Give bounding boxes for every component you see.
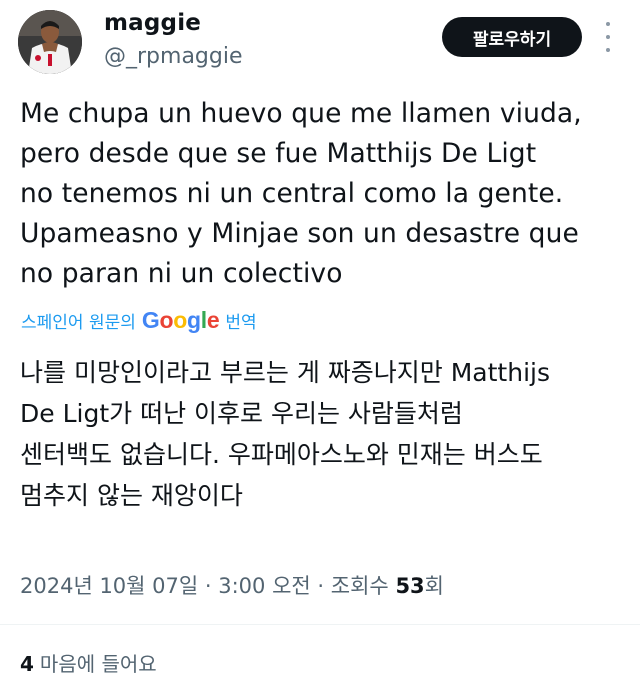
views-label: 조회수	[330, 574, 389, 598]
translated-text-line: 센터백도 없습니다. 우파메아스노와 민재는 버스도	[20, 440, 543, 469]
separator-dot: ·	[317, 574, 331, 598]
tweet-text: Me chupa un huevo que me llamen viuda, p…	[20, 94, 625, 294]
user-handle[interactable]: @_rpmaggie	[104, 44, 243, 69]
tweet-date[interactable]: 2024년 10월 07일	[20, 574, 198, 598]
likes-summary[interactable]: 4 마음에 들어요	[20, 648, 157, 677]
views-unit: 회	[424, 574, 444, 598]
more-options-icon[interactable]	[598, 22, 618, 52]
likes-label: 마음에 들어요	[39, 652, 157, 676]
translated-text: 나를 미망인이라고 부르는 게 짜증나지만 Matthijs De Ligt가 …	[20, 352, 630, 516]
views-count: 53	[395, 574, 425, 598]
profile-photo-icon	[18, 10, 82, 74]
tweet-meta: 2024년 10월 07일 · 3:00 오전 · 조회수 53회	[20, 570, 444, 600]
tweet-text-line: Upameasno y Minjae son un desastre que	[20, 218, 579, 249]
google-logo: Google	[141, 306, 220, 333]
separator-dot: ·	[204, 574, 219, 598]
translated-text-line: De Ligt가 떠난 이후로 우리는 사람들처럼	[20, 399, 463, 428]
follow-button[interactable]: 팔로우하기	[442, 17, 582, 57]
tweet-header: maggie @_rpmaggie 팔로우하기	[0, 0, 640, 90]
tweet-text-line: Me chupa un huevo que me llamen viuda,	[20, 98, 582, 129]
tweet-text-line: no tenemos ni un central como la gente.	[20, 178, 564, 209]
tweet-time[interactable]: 3:00 오전	[218, 574, 310, 598]
divider	[0, 624, 640, 625]
translated-text-line: 나를 미망인이라고 부르는 게 짜증나지만 Matthijs	[20, 358, 550, 387]
tweet-text-line: no paran ni un colectivo	[20, 258, 343, 289]
display-name[interactable]: maggie	[104, 10, 201, 36]
avatar[interactable]	[18, 10, 82, 74]
tweet-text-line: pero desde que se fue Matthijs De Ligt	[20, 138, 537, 169]
translation-suffix: 번역	[225, 312, 257, 333]
translation-link[interactable]: 스페인어 원문의 Google 번역	[21, 305, 257, 335]
translation-prefix: 스페인어 원문의	[21, 312, 136, 333]
likes-count: 4	[20, 652, 34, 676]
translated-text-line: 멈추지 않는 재앙이다	[20, 481, 243, 510]
